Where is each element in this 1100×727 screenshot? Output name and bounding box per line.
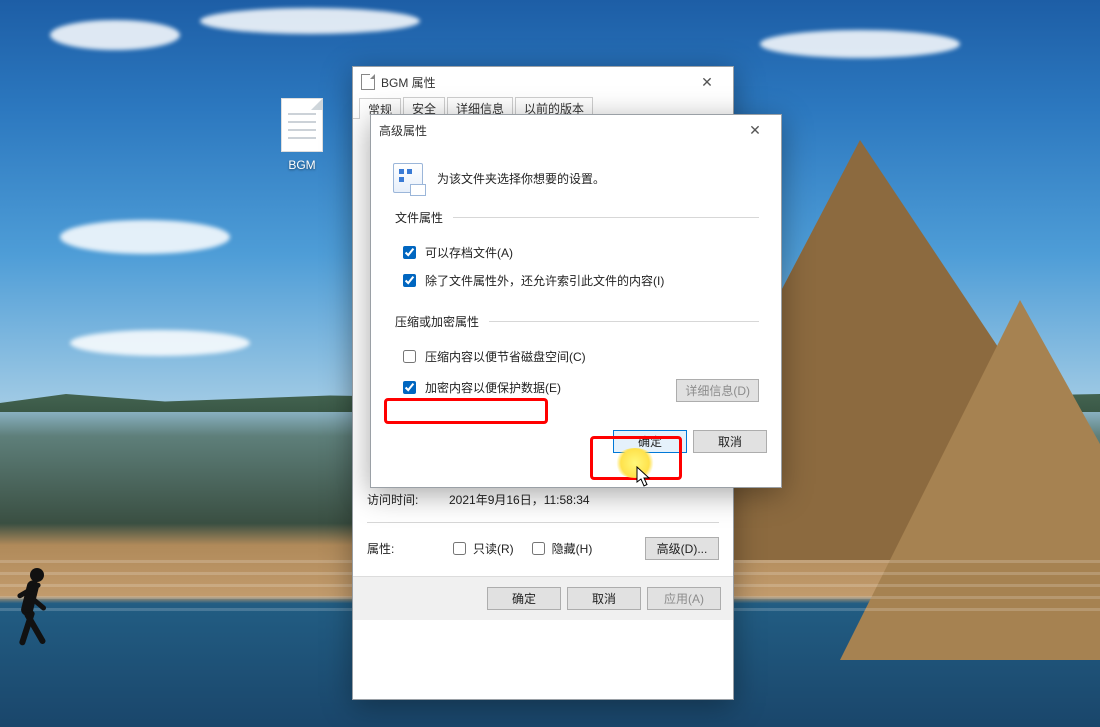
advanced-intro: 为该文件夹选择你想要的设置。 (437, 170, 605, 187)
hidden-label: 隐藏(H) (552, 540, 593, 557)
compress-encrypt-legend: 压缩或加密属性 (393, 313, 489, 330)
advanced-button[interactable]: 高级(D)... (645, 537, 719, 560)
document-icon (361, 74, 375, 90)
details-button[interactable]: 详细信息(D) (676, 379, 759, 402)
properties-ok-button[interactable]: 确定 (487, 587, 561, 610)
hidden-input[interactable] (532, 542, 545, 555)
close-icon[interactable]: ✕ (685, 67, 729, 97)
advanced-body: 为该文件夹选择你想要的设置。 文件属性 可以存档文件(A) 除了文件属性外，还允… (371, 145, 781, 424)
properties-title: BGM 属性 (381, 74, 436, 91)
archive-checkbox[interactable]: 可以存档文件(A) (399, 243, 759, 262)
encrypt-input[interactable] (403, 381, 416, 394)
advanced-button-row: 确定 取消 (371, 424, 781, 467)
advanced-titlebar[interactable]: 高级属性 ✕ (371, 115, 781, 145)
settings-sheet-icon (393, 163, 423, 193)
properties-titlebar[interactable]: BGM 属性 ✕ (353, 67, 733, 97)
compress-input[interactable] (403, 350, 416, 363)
file-attributes-legend: 文件属性 (393, 209, 453, 226)
wallpaper-runner (4, 548, 54, 668)
index-label: 除了文件属性外，还允许索引此文件的内容(I) (425, 272, 664, 289)
compress-checkbox[interactable]: 压缩内容以便节省磁盘空间(C) (399, 347, 759, 366)
file-icon (281, 98, 323, 152)
readonly-label: 只读(R) (473, 540, 514, 557)
compress-label: 压缩内容以便节省磁盘空间(C) (425, 348, 586, 365)
advanced-cancel-button[interactable]: 取消 (693, 430, 767, 453)
compress-encrypt-group: 压缩或加密属性 压缩内容以便节省磁盘空间(C) 加密内容以便保护数据(E) 详细… (393, 313, 759, 410)
access-time-label: 访问时间: (367, 491, 449, 508)
hidden-checkbox[interactable]: 隐藏(H) (528, 539, 593, 558)
advanced-ok-button[interactable]: 确定 (613, 430, 687, 453)
readonly-checkbox[interactable]: 只读(R) (449, 539, 514, 558)
attributes-label: 属性: (367, 540, 449, 557)
advanced-title: 高级属性 (379, 122, 427, 139)
properties-apply-button[interactable]: 应用(A) (647, 587, 721, 610)
properties-cancel-button[interactable]: 取消 (567, 587, 641, 610)
encrypt-label: 加密内容以便保护数据(E) (425, 379, 561, 396)
attributes-row: 属性: 只读(R) 隐藏(H) 高级(D)... (367, 537, 719, 560)
archive-input[interactable] (403, 246, 416, 259)
index-input[interactable] (403, 274, 416, 287)
close-icon[interactable]: ✕ (733, 115, 777, 145)
access-time-row: 访问时间: 2021年9月16日，11:58:34 (367, 491, 719, 508)
advanced-attributes-dialog: 高级属性 ✕ 为该文件夹选择你想要的设置。 文件属性 可以存档文件(A) 除了文… (370, 114, 782, 488)
file-attributes-group: 文件属性 可以存档文件(A) 除了文件属性外，还允许索引此文件的内容(I) (393, 209, 759, 303)
desktop-file-label: BGM (264, 158, 340, 172)
encrypt-checkbox[interactable]: 加密内容以便保护数据(E) (399, 378, 561, 397)
properties-button-row: 确定 取消 应用(A) (353, 576, 733, 620)
readonly-input[interactable] (453, 542, 466, 555)
archive-label: 可以存档文件(A) (425, 244, 513, 261)
access-time-value: 2021年9月16日，11:58:34 (449, 491, 590, 508)
index-checkbox[interactable]: 除了文件属性外，还允许索引此文件的内容(I) (399, 271, 759, 290)
desktop-file-bgm[interactable]: BGM (264, 98, 340, 172)
